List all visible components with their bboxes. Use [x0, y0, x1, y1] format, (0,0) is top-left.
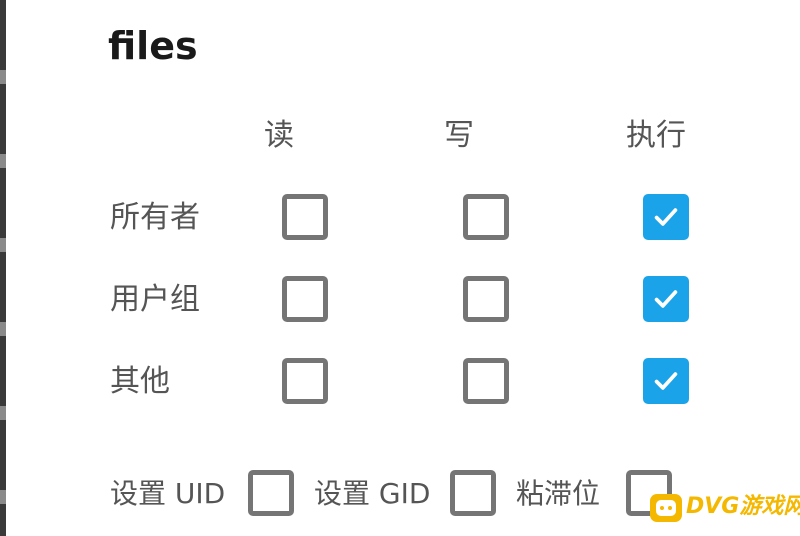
other-read-checkbox[interactable]: [282, 358, 328, 404]
check-icon: [654, 290, 678, 308]
sticky-bit-label: 粘滞位: [516, 477, 601, 510]
setuid-checkbox[interactable]: [248, 470, 294, 516]
owner-write-checkbox[interactable]: [463, 194, 509, 240]
check-icon: [654, 372, 678, 390]
group-execute-checkbox[interactable]: [643, 276, 689, 322]
setuid-label: 设置 UID: [110, 477, 226, 510]
row-label-group: 用户组: [110, 282, 200, 317]
check-icon: [654, 208, 678, 226]
dialog-title: files: [108, 24, 198, 68]
left-edge-strip: [0, 0, 6, 536]
owner-read-checkbox[interactable]: [282, 194, 328, 240]
owner-execute-checkbox[interactable]: [643, 194, 689, 240]
setgid-label: 设置 GID: [314, 477, 431, 510]
group-read-checkbox[interactable]: [282, 276, 328, 322]
setgid-checkbox[interactable]: [450, 470, 496, 516]
watermark: DVG游戏网: [650, 490, 800, 530]
column-header-write: 写: [444, 118, 474, 153]
other-execute-checkbox[interactable]: [643, 358, 689, 404]
column-header-read: 读: [264, 118, 294, 153]
group-write-checkbox[interactable]: [463, 276, 509, 322]
gamepad-icon: [650, 494, 682, 522]
column-header-execute: 执行: [626, 118, 686, 153]
row-label-owner: 所有者: [110, 200, 200, 235]
other-write-checkbox[interactable]: [463, 358, 509, 404]
watermark-text: DVG游戏网: [686, 494, 800, 519]
row-label-other: 其他: [110, 364, 170, 399]
